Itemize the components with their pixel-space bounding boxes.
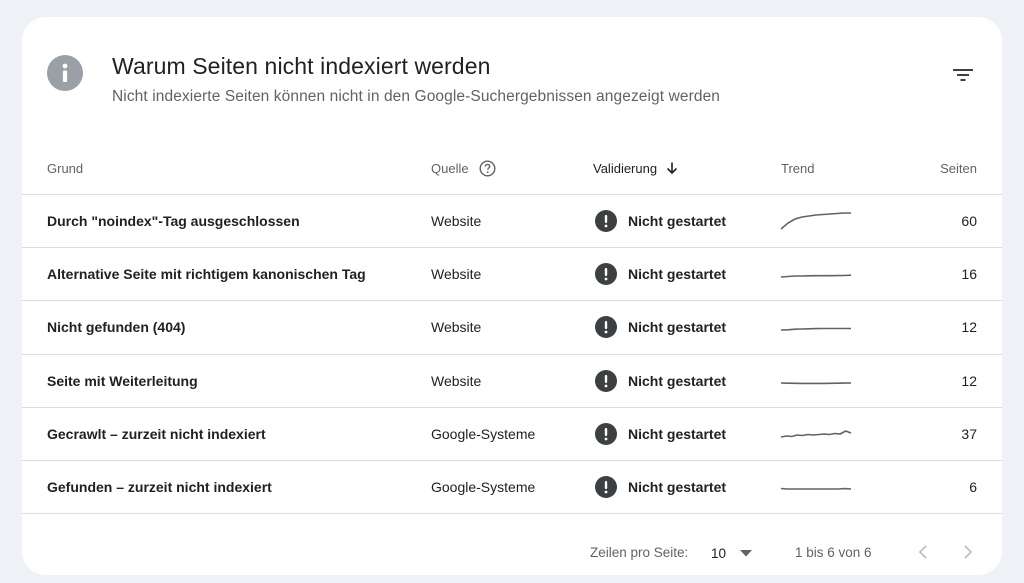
column-header-quelle-label: Quelle bbox=[431, 160, 469, 176]
trend-line bbox=[780, 487, 852, 490]
table-row[interactable]: Alternative Seite mit richtigem kanonisc… bbox=[22, 248, 1002, 302]
row-quelle: Website bbox=[431, 372, 482, 389]
row-quelle: Google-Systeme bbox=[431, 425, 536, 442]
trend-line bbox=[780, 429, 852, 438]
next-page-button[interactable] bbox=[957, 541, 979, 563]
caret-down-icon bbox=[740, 549, 753, 557]
row-trend-sparkline bbox=[780, 355, 852, 407]
row-seiten: 37 bbox=[961, 425, 977, 442]
row-quelle: Website bbox=[431, 213, 482, 230]
table-row[interactable]: Seite mit Weiterleitung Website Nicht gest… bbox=[22, 355, 1002, 408]
row-validierung: Nicht gestartet bbox=[595, 461, 726, 513]
table-row[interactable]: Gecrawlt – zurzeit nicht indexiert Google… bbox=[22, 408, 1002, 461]
row-trend-sparkline bbox=[780, 301, 852, 353]
column-header-validierung-label: Validierung bbox=[593, 160, 658, 176]
card-header: Warum Seiten nicht indexiert werden Nich… bbox=[22, 17, 1002, 147]
row-quelle: Website bbox=[431, 319, 482, 336]
row-validierung-label: Nicht gestartet bbox=[628, 425, 727, 442]
row-trend-sparkline bbox=[780, 408, 852, 460]
column-header-validierung[interactable]: Validierung bbox=[593, 157, 679, 179]
filter-icon bbox=[952, 67, 974, 83]
row-trend-sparkline bbox=[780, 195, 852, 247]
page-subtitle: Nicht indexierte Seiten können nicht in … bbox=[112, 88, 721, 105]
arrow-down-icon bbox=[665, 161, 679, 175]
row-grund: Alternative Seite mit richtigem kanonisc… bbox=[47, 266, 366, 283]
row-validierung-label: Nicht gestartet bbox=[628, 213, 727, 230]
info-icon bbox=[47, 55, 83, 91]
filter-button[interactable] bbox=[948, 62, 978, 88]
row-seiten: 12 bbox=[961, 319, 977, 336]
exclamation-icon bbox=[595, 316, 617, 339]
column-header-grund[interactable]: Grund bbox=[47, 157, 83, 179]
exclamation-icon bbox=[595, 263, 617, 286]
report-card: Warum Seiten nicht indexiert werden Nich… bbox=[22, 17, 1002, 575]
exclamation-icon bbox=[595, 369, 617, 392]
row-grund: Gefunden – zurzeit nicht indexiert bbox=[47, 479, 272, 496]
row-validierung-label: Nicht gestartet bbox=[628, 479, 727, 496]
column-header-seiten[interactable]: Seiten bbox=[940, 157, 977, 179]
table-body: Durch "noindex"-Tag ausgeschlossen Websit… bbox=[22, 195, 1002, 515]
pagination-range: 1 bis 6 von 6 bbox=[795, 545, 872, 560]
row-validierung-label: Nicht gestartet bbox=[628, 266, 727, 283]
row-grund: Seite mit Weiterleitung bbox=[47, 372, 198, 389]
table-row[interactable]: Nicht gefunden (404) Website Nicht gestart… bbox=[22, 301, 1002, 355]
row-grund: Gecrawlt – zurzeit nicht indexiert bbox=[47, 425, 266, 442]
row-trend-sparkline bbox=[780, 248, 852, 300]
rows-per-page-select[interactable]: 10 bbox=[711, 542, 759, 564]
chevron-left-icon bbox=[918, 545, 928, 559]
row-seiten: 16 bbox=[961, 266, 977, 283]
row-trend-sparkline bbox=[780, 461, 852, 513]
exclamation-icon bbox=[595, 476, 617, 499]
trend-line bbox=[780, 212, 851, 230]
help-icon[interactable] bbox=[479, 159, 496, 177]
column-header-quelle[interactable]: Quelle bbox=[431, 157, 496, 179]
chevron-right-icon bbox=[963, 545, 973, 559]
row-quelle: Google-Systeme bbox=[431, 479, 536, 496]
table-header: Grund Quelle Validierung Trend Seiten bbox=[22, 147, 1002, 195]
row-quelle: Website bbox=[431, 266, 482, 283]
exclamation-icon bbox=[595, 422, 617, 445]
table-pagination: Zeilen pro Seite: 10 1 bis 6 von 6 bbox=[22, 525, 1002, 575]
rows-per-page-label: Zeilen pro Seite: bbox=[590, 545, 689, 560]
row-validierung: Nicht gestartet bbox=[595, 301, 726, 353]
table-row[interactable]: Durch "noindex"-Tag ausgeschlossen Websit… bbox=[22, 195, 1002, 249]
row-validierung: Nicht gestartet bbox=[595, 195, 726, 247]
exclamation-icon bbox=[595, 210, 617, 233]
row-seiten: 60 bbox=[961, 213, 977, 230]
trend-line bbox=[780, 328, 851, 332]
row-validierung: Nicht gestartet bbox=[595, 248, 726, 300]
row-seiten: 12 bbox=[961, 372, 977, 389]
row-seiten: 6 bbox=[969, 479, 977, 496]
table-row[interactable]: Gefunden – zurzeit nicht indexiert Google… bbox=[22, 461, 1002, 515]
previous-page-button[interactable] bbox=[912, 541, 934, 563]
row-validierung-label: Nicht gestartet bbox=[628, 319, 727, 336]
row-validierung: Nicht gestartet bbox=[595, 408, 726, 460]
rows-per-page-value: 10 bbox=[711, 545, 727, 561]
column-header-trend: Trend bbox=[781, 160, 815, 176]
trend-line bbox=[780, 274, 852, 279]
row-validierung: Nicht gestartet bbox=[595, 355, 726, 407]
row-validierung-label: Nicht gestartet bbox=[628, 372, 727, 389]
page-title: Warum Seiten nicht indexiert werden bbox=[112, 53, 491, 79]
row-grund: Durch "noindex"-Tag ausgeschlossen bbox=[47, 213, 300, 230]
row-grund: Nicht gefunden (404) bbox=[47, 319, 186, 336]
